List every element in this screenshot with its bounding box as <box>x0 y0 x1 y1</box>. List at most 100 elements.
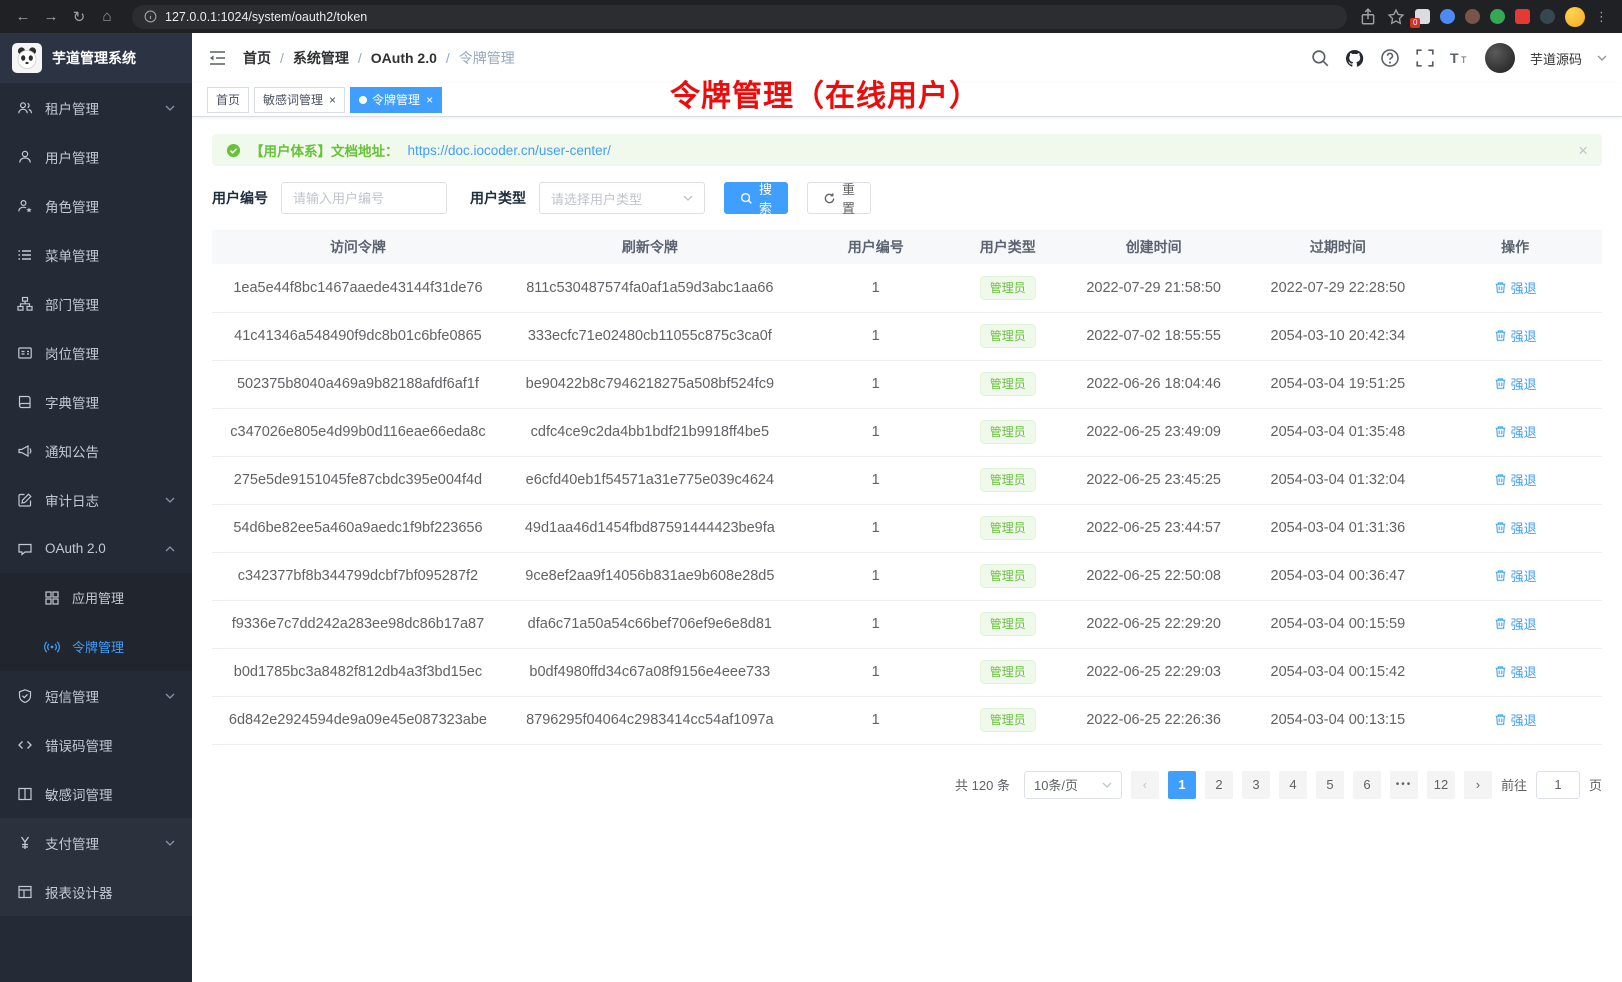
sidebar-item-tenant[interactable]: 租户管理 <box>0 83 192 132</box>
tab-label: 敏感词管理 <box>263 91 323 108</box>
alert-doc-link[interactable]: https://doc.iocoder.cn/user-center/ <box>408 143 611 158</box>
page-button[interactable]: 2 <box>1205 771 1233 799</box>
sidebar-item-notice[interactable]: 通知公告 <box>0 426 192 475</box>
search-icon[interactable] <box>1310 48 1330 68</box>
sidebar-item-dict[interactable]: 字典管理 <box>0 377 192 426</box>
megaphone-icon <box>17 443 33 459</box>
force-logout-button[interactable]: 强退 <box>1494 566 1537 585</box>
breadcrumb-item[interactable]: 首页 <box>243 48 271 68</box>
prev-page-button[interactable]: ‹ <box>1131 771 1159 799</box>
page-button[interactable]: 3 <box>1242 771 1270 799</box>
page-button[interactable]: 4 <box>1279 771 1307 799</box>
page-button[interactable]: 12 <box>1427 771 1455 799</box>
font-size-icon[interactable]: TT <box>1450 48 1470 68</box>
home-icon[interactable]: ⌂ <box>94 4 120 30</box>
extension-icon-1[interactable]: 0 <box>1415 9 1430 24</box>
browser-menu-icon[interactable]: ⋮ <box>1595 9 1608 25</box>
tab-item[interactable]: 敏感词管理 × <box>254 87 345 113</box>
share-icon[interactable] <box>1359 8 1377 26</box>
breadcrumb-separator: / <box>358 50 362 66</box>
force-logout-button[interactable]: 强退 <box>1494 278 1537 297</box>
user-name[interactable]: 芋道源码 <box>1530 49 1582 68</box>
user-id-cell: 1 <box>796 648 956 696</box>
next-page-button[interactable]: › <box>1464 771 1492 799</box>
reset-button-icon <box>823 192 836 205</box>
user-type-select[interactable]: 请选择用户类型 <box>539 182 705 214</box>
sidebar-item-sensitive-word[interactable]: 敏感词管理 <box>0 769 192 818</box>
svg-text:T: T <box>1461 55 1467 65</box>
extension-badge: 0 <box>1410 18 1420 28</box>
bookmark-star-icon[interactable] <box>1387 8 1405 26</box>
sidebar-item-dept[interactable]: 部门管理 <box>0 279 192 328</box>
fullscreen-icon[interactable] <box>1415 48 1435 68</box>
reset-button[interactable]: 重置 <box>807 182 871 214</box>
force-logout-button[interactable]: 强退 <box>1494 614 1537 633</box>
tab-item[interactable]: 令牌管理× <box>350 87 442 113</box>
reload-icon[interactable]: ↻ <box>66 4 92 30</box>
sidebar-item-user[interactable]: 用户管理 <box>0 132 192 181</box>
sidebar-item-errcode[interactable]: 错误码管理 <box>0 720 192 769</box>
forward-icon[interactable]: → <box>38 4 64 30</box>
caret-down-icon[interactable] <box>1597 55 1607 61</box>
tab-close-icon[interactable]: × <box>329 94 336 106</box>
extension-icon-2[interactable] <box>1440 9 1455 24</box>
back-icon[interactable]: ← <box>10 4 36 30</box>
expire-time-cell: 2054-03-04 00:13:15 <box>1248 696 1429 744</box>
force-logout-button[interactable]: 强退 <box>1494 422 1537 441</box>
sidebar-item-sms[interactable]: 短信管理 <box>0 671 192 720</box>
sidebar-item-role[interactable]: 角色管理 <box>0 181 192 230</box>
site-info-icon[interactable] <box>144 10 157 23</box>
user-avatar[interactable] <box>1485 43 1515 73</box>
user-type-cell: 管理员 <box>956 696 1060 744</box>
extension-icon-6[interactable] <box>1540 9 1555 24</box>
force-logout-button[interactable]: 强退 <box>1494 662 1537 681</box>
goto-page-input[interactable] <box>1536 771 1580 799</box>
alert-text: 【用户体系】文档地址： <box>250 140 399 160</box>
force-logout-button[interactable]: 强退 <box>1494 470 1537 489</box>
github-icon[interactable] <box>1345 48 1365 68</box>
table-row: 41c41346a548490f9dc8b01c6bfe0865333ecfc7… <box>212 312 1602 360</box>
help-icon[interactable] <box>1380 48 1400 68</box>
search-button[interactable]: 搜索 <box>724 182 788 214</box>
more-pages-button[interactable]: ••• <box>1390 771 1418 799</box>
user-type-cell: 管理员 <box>956 552 1060 600</box>
force-logout-button[interactable]: 强退 <box>1494 518 1537 537</box>
sidebar-item-audit[interactable]: 审计日志 <box>0 475 192 524</box>
access-token-cell: 275e5de9151045fe87cbdc395e004f4d <box>212 456 504 504</box>
page-button[interactable]: 1 <box>1168 771 1196 799</box>
extension-icon-3[interactable] <box>1465 9 1480 24</box>
refresh-token-cell: be90422b8c7946218275a508bf524fc9 <box>504 360 796 408</box>
user-id-cell: 1 <box>796 408 956 456</box>
breadcrumb-item[interactable]: 系统管理 <box>293 48 349 68</box>
breadcrumb-item[interactable]: OAuth 2.0 <box>371 50 437 66</box>
sidebar-item-report[interactable]: 报表设计器 <box>0 867 192 916</box>
page-button[interactable]: 6 <box>1353 771 1381 799</box>
sidebar-item-menu[interactable]: 菜单管理 <box>0 230 192 279</box>
extension-icon-5[interactable] <box>1515 9 1530 24</box>
browser-profile-avatar[interactable] <box>1565 7 1585 27</box>
force-logout-button[interactable]: 强退 <box>1494 326 1537 345</box>
sidebar-item-post[interactable]: 岗位管理 <box>0 328 192 377</box>
tab-item[interactable]: 首页 <box>207 87 249 113</box>
page-button[interactable]: 5 <box>1316 771 1344 799</box>
sidebar-item-oauth2-app[interactable]: 应用管理 <box>0 573 192 622</box>
url-bar[interactable]: 127.0.0.1:1024/system/oauth2/token <box>132 5 1347 29</box>
user-type-tag: 管理员 <box>980 324 1036 348</box>
user-id-cell: 1 <box>796 456 956 504</box>
user-type-tag: 管理员 <box>980 612 1036 636</box>
sidebar-item-oauth2-token[interactable]: 令牌管理 <box>0 622 192 671</box>
extension-icon-4[interactable] <box>1490 9 1505 24</box>
sidebar-item-pay[interactable]: 支付管理 <box>0 818 192 867</box>
user-type-tag: 管理员 <box>980 276 1036 300</box>
force-logout-button[interactable]: 强退 <box>1494 710 1537 729</box>
user-id-input[interactable] <box>281 182 447 214</box>
create-time-cell: 2022-06-25 22:50:08 <box>1060 552 1248 600</box>
sidebar-item-oauth2[interactable]: OAuth 2.0 <box>0 524 192 573</box>
alert-close-icon[interactable]: × <box>1578 142 1588 159</box>
force-logout-button[interactable]: 强退 <box>1494 374 1537 393</box>
book-icon <box>17 394 33 410</box>
page-size-select[interactable]: 10条/页 <box>1024 771 1122 799</box>
tab-close-icon[interactable]: × <box>426 94 433 106</box>
app-logo-bar[interactable]: 芋道管理系统 <box>0 33 192 83</box>
sidebar-collapse-icon[interactable] <box>207 49 227 67</box>
